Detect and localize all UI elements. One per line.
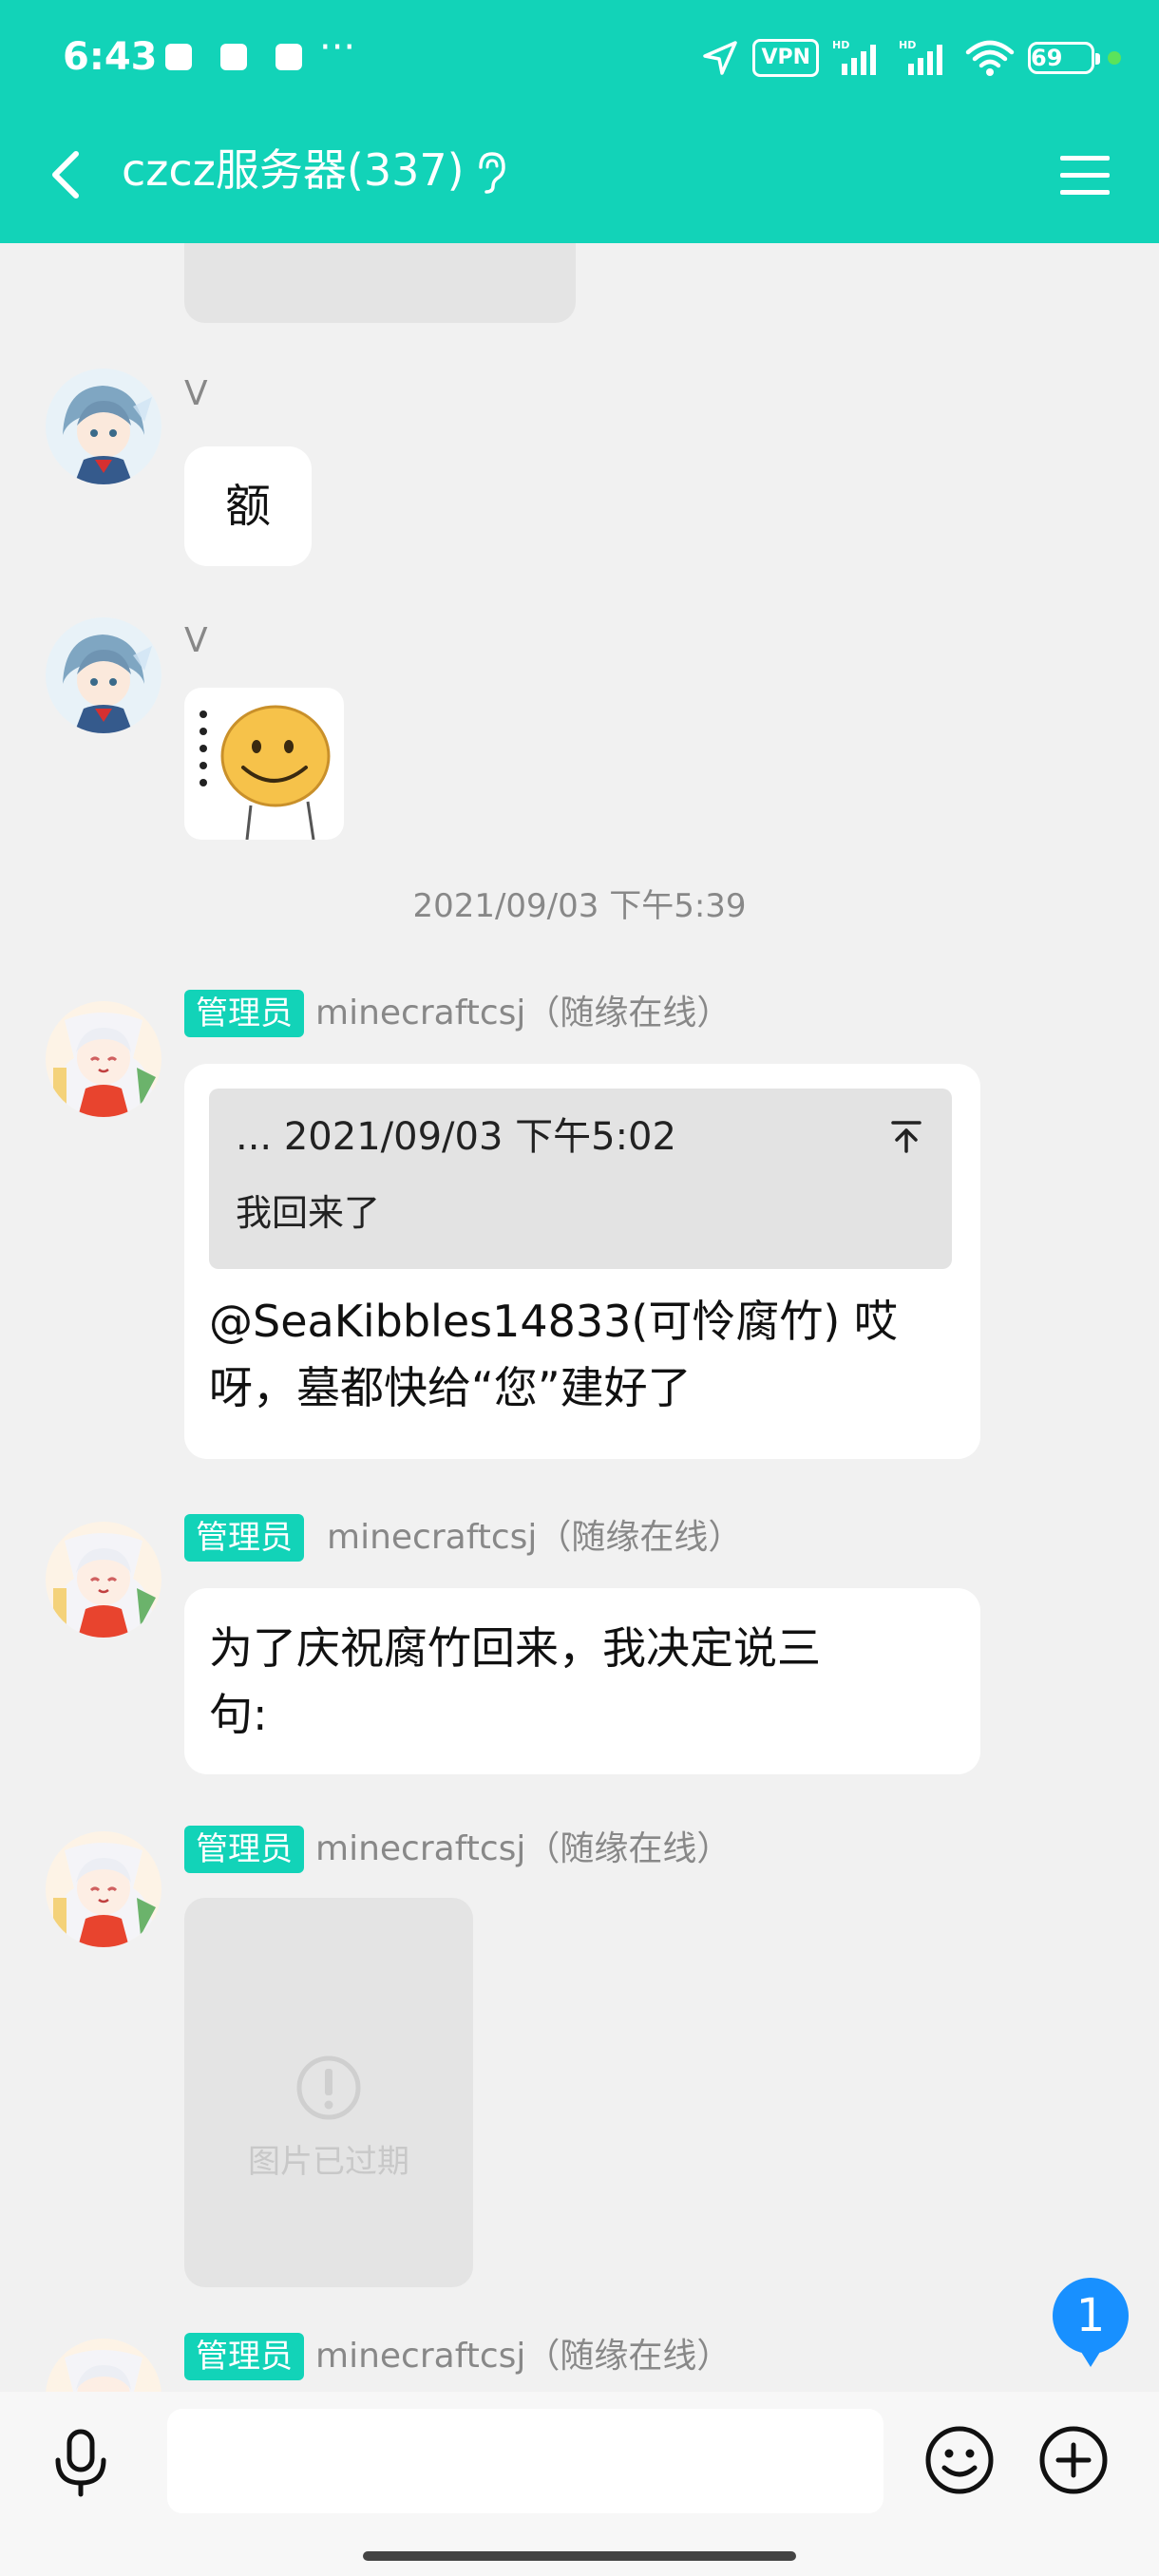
quoted-message[interactable]: ... 2021/09/03 下午5:02 我回来了 [209,1089,952,1269]
admin-badge: 管理员 [184,2333,304,2380]
qq-notification-icon [276,44,302,70]
message-list[interactable]: V 额 V 2021/09/03 下午5:39 管理员 minecraftcsj… [0,243,1159,2392]
message-text-line: @SeaKibbles14833(可怜腐竹) 哎 [209,1296,898,1347]
home-indicator[interactable] [363,2551,796,2561]
listen-mode-ear-icon[interactable] [471,150,509,196]
sender-name-text: V [184,374,208,413]
message-text-line: 呀，墓都快给“您”建好了 [209,1362,692,1413]
sender-name-text: minecraftcsj（随缘在线） [315,1829,732,1868]
message-input[interactable] [167,2409,884,2513]
battery-icon: 69 [1028,42,1100,74]
wifi-icon [965,40,1015,76]
app-bar: czcz服务器(337) [0,112,1159,243]
jump-to-original-icon[interactable] [887,1117,925,1155]
system-icons: VPN HD HD 69 [701,34,1121,82]
message-timestamp: 2021/09/03 下午5:39 [412,887,747,925]
message-bubble[interactable]: ... 2021/09/03 下午5:02 我回来了 @SeaKibbles14… [184,1064,980,1459]
admin-badge: 管理员 [184,1826,304,1873]
sender-name-text: minecraftcsj（随缘在线） [315,994,732,1032]
status-bar: 6:43 ··· VPN HD HD 69 [0,0,1159,112]
menu-button[interactable] [1051,141,1121,209]
sender-name-text: minecraftcsj（随缘在线） [315,2337,732,2376]
expired-image-message[interactable]: 图片已过期 [184,1898,473,2287]
message-bubble[interactable]: 为了庆祝腐竹回来，我决定说三 句: [184,1588,980,1774]
sender-name: V [184,617,208,665]
sender-line: 管理员 minecraftcsj（随缘在线） [184,990,731,1037]
admin-badge: 管理员 [184,1514,304,1562]
chat-title: czcz服务器(337) [122,144,465,196]
input-bar [0,2392,1159,2576]
message-text: 额 [224,480,271,533]
sender-name-text: minecraftcsj（随缘在线） [327,1518,743,1557]
partial-image-message[interactable] [184,243,576,323]
sender-name-text: V [184,621,208,660]
telegram-notification-icon [165,44,192,70]
svg-text:HD: HD [832,39,849,51]
avatar[interactable] [46,1831,162,1947]
smiley-face-sticker[interactable] [184,688,344,840]
back-button[interactable] [34,141,103,209]
avatar[interactable] [46,2339,162,2392]
vpn-icon: VPN [752,39,819,77]
notification-icons [165,44,302,70]
avatar[interactable] [46,1001,162,1117]
signal-hd-icon: HD [832,39,876,75]
sender-line: 管理员 minecraftcsj（随缘在线） [184,1514,742,1562]
charging-dot-icon [1108,51,1121,65]
new-message-count-badge[interactable]: 1 [1053,2278,1129,2367]
warning-icon [296,2055,361,2120]
app-notification-icon [220,44,247,70]
expired-image-label: 图片已过期 [248,2143,409,2181]
avatar[interactable] [46,1522,162,1638]
quote-header: ... 2021/09/03 下午5:02 [236,1115,676,1159]
sender-name: V [184,370,208,418]
emoji-button[interactable] [922,2422,998,2498]
more-notifications-icon: ··· [319,26,356,69]
more-options-plus-button[interactable] [1036,2422,1112,2498]
location-icon [703,41,738,75]
voice-input-button[interactable] [44,2424,118,2498]
admin-badge: 管理员 [184,990,304,1037]
status-time: 6:43 [63,35,158,79]
svg-text:HD: HD [899,39,916,51]
avatar[interactable] [46,617,162,733]
sender-line: 管理员 minecraftcsj（随缘在线） [184,2333,731,2380]
avatar[interactable] [46,369,162,484]
message-text-line: 为了庆祝腐竹回来，我决定说三 [209,1622,821,1674]
message-text-line: 句: [209,1689,268,1740]
message-bubble[interactable]: 额 [184,446,312,566]
sender-line: 管理员 minecraftcsj（随缘在线） [184,1826,731,1873]
quote-text: 我回来了 [236,1192,381,1234]
signal-hd-2-icon: HD [899,39,942,75]
